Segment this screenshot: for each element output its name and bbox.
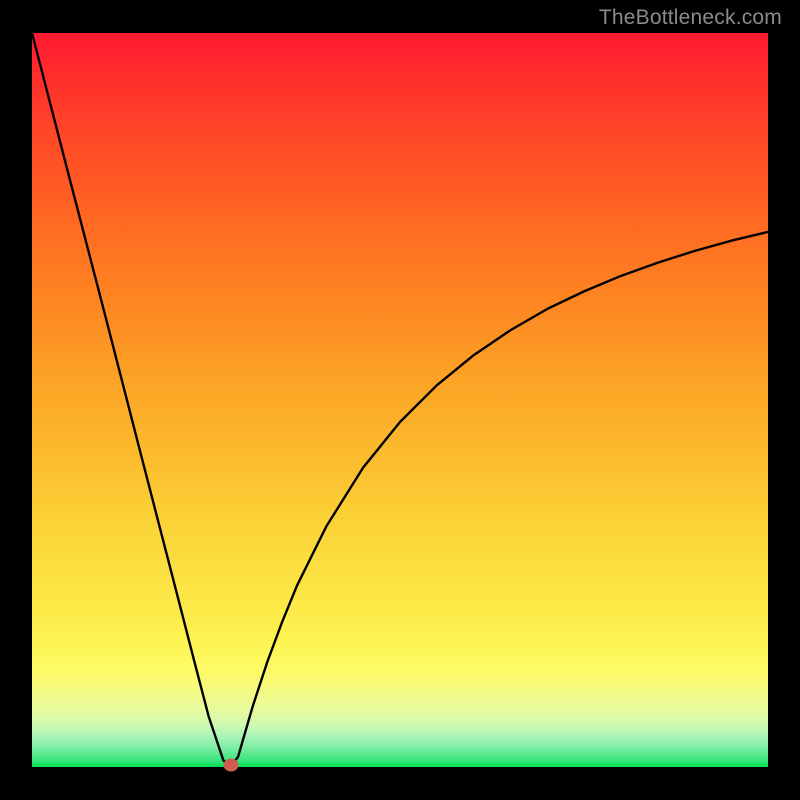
bottleneck-curve bbox=[32, 33, 768, 767]
chart-frame: TheBottleneck.com bbox=[0, 0, 800, 800]
operating-point-marker bbox=[223, 758, 238, 771]
plot-area bbox=[32, 33, 768, 767]
watermark-text: TheBottleneck.com bbox=[599, 6, 782, 30]
